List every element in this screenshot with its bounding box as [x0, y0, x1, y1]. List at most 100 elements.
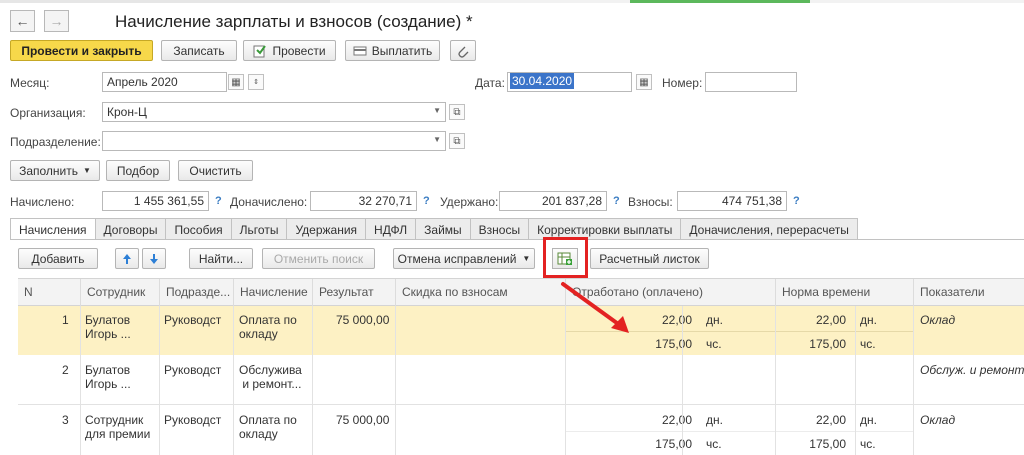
- column-department[interactable]: Подразде...: [159, 279, 233, 306]
- tab-bar: Начисления Договоры Пособия Льготы Удерж…: [10, 218, 858, 240]
- attach-button[interactable]: [450, 40, 476, 61]
- column-n[interactable]: N: [18, 279, 80, 306]
- back-button[interactable]: ←: [10, 10, 35, 32]
- top-border: [0, 0, 1024, 3]
- arrow-left-icon: ←: [15, 13, 30, 29]
- month-stepper[interactable]: ⇕: [248, 74, 264, 90]
- tab-contributions[interactable]: Взносы: [470, 218, 530, 240]
- accrued-label: Начислено:: [10, 195, 75, 209]
- indicators-cell: Обслуж. и ремонт: [920, 363, 1024, 377]
- result-cell: 75 000,00: [336, 413, 390, 427]
- organization-value: Крон-Ц: [107, 105, 147, 119]
- column-divider: [159, 306, 160, 455]
- cancel-search-button[interactable]: Отменить поиск: [262, 248, 375, 269]
- dropdown-arrow-icon: ▼: [433, 106, 441, 115]
- date-calendar-icon[interactable]: ▦: [636, 74, 652, 90]
- row-subdivider: [565, 431, 913, 432]
- clear-button[interactable]: Очистить: [178, 160, 253, 181]
- result-cell: 75 000,00: [336, 313, 390, 327]
- employee-cell: Булатов Игорь ...: [85, 363, 131, 391]
- help-icon[interactable]: ?: [793, 195, 800, 207]
- tab-accruals[interactable]: Начисления: [10, 218, 96, 240]
- arrow-right-icon: →: [49, 13, 64, 29]
- save-button[interactable]: Записать: [161, 40, 237, 61]
- open-icon[interactable]: ⧉: [449, 133, 465, 149]
- number-field[interactable]: [705, 72, 797, 92]
- department-cell: Руководст: [164, 413, 222, 427]
- help-icon[interactable]: ?: [215, 195, 222, 207]
- chevron-down-icon: ▼: [83, 166, 91, 175]
- organization-label: Организация:: [10, 106, 86, 120]
- date-value: 30.04.2020: [510, 73, 575, 89]
- date-field[interactable]: 30.04.2020: [507, 72, 632, 92]
- tab-deductions[interactable]: Удержания: [287, 218, 367, 240]
- table-row[interactable]: 1 Булатов Игорь ... Руководст Оплата по …: [18, 306, 1024, 355]
- arrow-up-icon: [123, 253, 131, 264]
- employee-cell: Булатов Игорь ...: [85, 313, 131, 341]
- indicators-cell: Оклад: [920, 313, 956, 327]
- department-label: Подразделение:: [10, 135, 101, 149]
- accrued-field: 1 455 361,55: [102, 191, 209, 211]
- tab-loans[interactable]: Займы: [416, 218, 471, 240]
- select-button[interactable]: Подбор: [106, 160, 170, 181]
- contributions-field: 474 751,38: [677, 191, 787, 211]
- column-divider: [233, 306, 234, 455]
- contributions-label: Взносы:: [628, 195, 673, 209]
- highlight-box: [543, 237, 588, 278]
- department-cell: Руководст: [164, 363, 222, 377]
- norm-days-cell: 22,00: [815, 413, 846, 427]
- payslip-button[interactable]: Расчетный листок: [590, 248, 709, 269]
- norm-hours-unit: чс.: [860, 437, 876, 451]
- column-indicators[interactable]: Показатели: [913, 279, 1024, 306]
- cancel-fixes-button[interactable]: Отмена исправлений ▼: [393, 248, 535, 269]
- norm-days-cell: 22,00: [815, 313, 846, 327]
- fill-button[interactable]: Заполнить ▼: [10, 160, 100, 181]
- column-divider: [395, 306, 396, 455]
- employee-cell: Сотрудник для премии: [85, 413, 151, 441]
- row-number: 2: [62, 363, 69, 377]
- help-icon[interactable]: ?: [613, 195, 620, 207]
- post-button[interactable]: Провести: [243, 40, 336, 61]
- worked-days-cell: 22,00: [661, 413, 692, 427]
- tab-contracts[interactable]: Договоры: [95, 218, 167, 240]
- post-and-close-button[interactable]: Провести и закрыть: [10, 40, 153, 61]
- column-divider: [682, 306, 683, 455]
- open-icon[interactable]: ⧉: [449, 104, 465, 120]
- additional-field: 32 270,71: [310, 191, 417, 211]
- post-icon: [253, 44, 267, 57]
- pay-button[interactable]: Выплатить: [345, 40, 440, 61]
- column-contribution-discount[interactable]: Скидка по взносам: [395, 279, 565, 306]
- department-field[interactable]: ▼: [102, 131, 446, 151]
- column-divider: [913, 306, 914, 455]
- month-field[interactable]: Апрель 2020: [102, 72, 227, 92]
- column-time-norm[interactable]: Норма времени: [775, 279, 913, 306]
- organization-field[interactable]: Крон-Ц ▼: [102, 102, 446, 122]
- column-result[interactable]: Результат: [312, 279, 395, 306]
- worked-hours-unit: чс.: [706, 437, 722, 451]
- row-number: 1: [62, 313, 69, 327]
- help-icon[interactable]: ?: [423, 195, 430, 207]
- tab-divider: [10, 239, 1024, 240]
- tab-recalculations[interactable]: Доначисления, перерасчеты: [681, 218, 858, 240]
- norm-hours-cell: 175,00: [809, 337, 846, 351]
- fill-button-label: Заполнить: [19, 163, 78, 178]
- move-up-button[interactable]: [115, 248, 139, 269]
- norm-days-unit: дн.: [860, 313, 877, 327]
- tab-privileges[interactable]: Льготы: [231, 218, 288, 240]
- column-accrual[interactable]: Начисление: [233, 279, 312, 306]
- add-button[interactable]: Добавить: [18, 248, 98, 269]
- forward-button[interactable]: →: [44, 10, 69, 32]
- column-divider: [312, 306, 313, 455]
- pay-button-label: Выплатить: [371, 43, 433, 58]
- move-down-button[interactable]: [142, 248, 166, 269]
- tab-ndfl[interactable]: НДФЛ: [366, 218, 417, 240]
- worked-hours-cell: 175,00: [655, 437, 692, 451]
- tab-benefits[interactable]: Пособия: [166, 218, 232, 240]
- dropdown-arrow-icon: ▼: [433, 135, 441, 144]
- table-row[interactable]: 3 Сотрудник для премии Руководст Оплата …: [18, 406, 1024, 455]
- calendar-icon[interactable]: ▦: [228, 74, 244, 90]
- table-row[interactable]: 2 Булатов Игорь ... Руководст Обслужива …: [18, 356, 1024, 405]
- find-button[interactable]: Найти...: [189, 248, 253, 269]
- accrual-cell: Оплата по окладу: [239, 413, 297, 441]
- column-employee[interactable]: Сотрудник: [80, 279, 159, 306]
